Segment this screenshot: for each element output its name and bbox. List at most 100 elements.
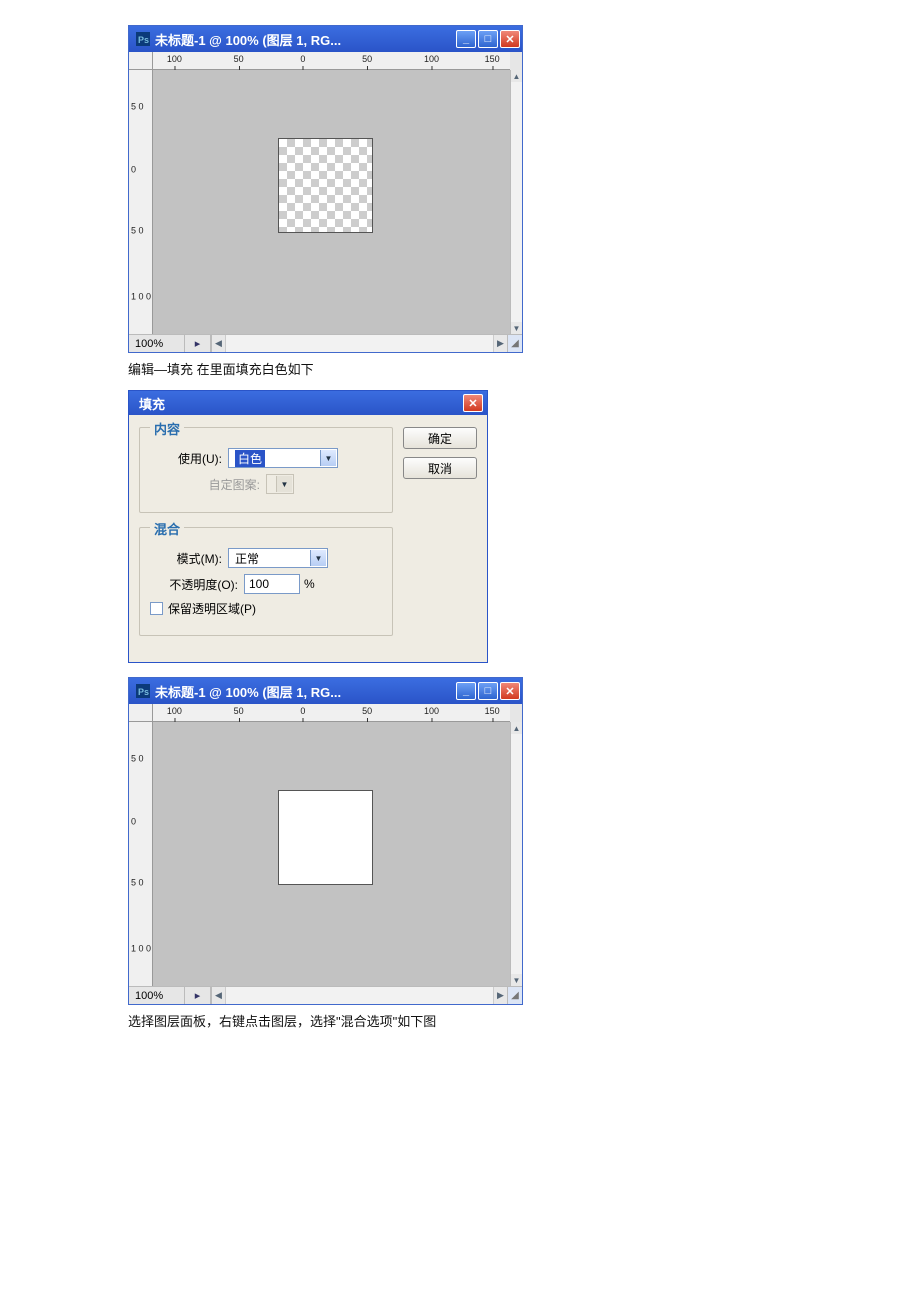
scroll-up-icon[interactable]: ▲ — [511, 70, 522, 82]
content-fieldset: 内容 使用(U): 白色 ▼ 自定图案: ▼ — [139, 427, 393, 513]
h-tick: 0 — [300, 706, 305, 716]
resize-grip-icon[interactable]: ◢ — [508, 335, 522, 352]
info-icon[interactable]: ▸ — [185, 335, 211, 352]
document-body: 100 50 0 50 100 150 5 0 0 5 0 1 0 0 ▲ ▼ — [129, 704, 522, 986]
chevron-down-icon: ▼ — [276, 476, 292, 492]
ps-app-icon: Ps — [135, 31, 151, 47]
dialog-close-button[interactable]: ✕ — [463, 394, 483, 412]
scroll-left-icon[interactable]: ◀ — [212, 987, 226, 1004]
ruler-corner — [129, 52, 153, 70]
scroll-right-icon[interactable]: ▶ — [493, 987, 507, 1004]
scroll-down-icon[interactable]: ▼ — [511, 322, 522, 334]
opacity-input[interactable]: 100 — [244, 574, 300, 594]
custom-pattern-label: 自定图案: — [150, 476, 260, 493]
ruler-corner — [129, 704, 153, 722]
caption-text: 编辑—填充 在里面填充白色如下 — [128, 359, 792, 378]
dialog-titlebar[interactable]: 填充 ✕ — [129, 391, 487, 415]
titlebar[interactable]: Ps 未标题-1 @ 100% (图层 1, RG... _ □ ✕ — [129, 26, 522, 52]
vertical-scrollbar[interactable]: ▲ ▼ — [510, 722, 522, 986]
canvas-area[interactable] — [153, 722, 510, 986]
scroll-up-icon[interactable]: ▲ — [511, 722, 522, 734]
canvas[interactable] — [278, 790, 373, 885]
document-body: 100 50 0 50 100 150 5 0 0 5 0 1 0 0 ▲ ▼ — [129, 52, 522, 334]
fill-dialog: 填充 ✕ 内容 使用(U): 白色 ▼ 自定图案: ▼ — [128, 390, 488, 663]
h-tick: 50 — [234, 54, 244, 64]
chevron-down-icon[interactable]: ▼ — [320, 450, 336, 466]
blend-fieldset: 混合 模式(M): 正常 ▼ 不透明度(O): 100 % 保留透明区域(P) — [139, 527, 393, 636]
svg-text:Ps: Ps — [138, 35, 149, 45]
v-tick: 1 0 0 — [131, 945, 151, 954]
transparent-checker — [279, 139, 372, 232]
white-fill — [279, 791, 372, 884]
h-tick: 100 — [167, 706, 182, 716]
mode-value: 正常 — [235, 550, 259, 567]
close-button[interactable]: ✕ — [500, 30, 520, 48]
h-tick: 150 — [485, 54, 500, 64]
horizontal-ruler: 100 50 0 50 100 150 — [153, 704, 510, 722]
vertical-ruler: 5 0 0 5 0 1 0 0 — [129, 70, 153, 334]
chevron-down-icon[interactable]: ▼ — [310, 550, 326, 566]
vertical-ruler: 5 0 0 5 0 1 0 0 — [129, 722, 153, 986]
h-tick: 50 — [362, 54, 372, 64]
use-value: 白色 — [235, 450, 265, 467]
scroll-track[interactable] — [511, 82, 522, 322]
dialog-title: 填充 — [139, 394, 165, 413]
canvas-area[interactable] — [153, 70, 510, 334]
use-select[interactable]: 白色 ▼ — [228, 448, 338, 468]
v-tick: 5 0 — [131, 879, 144, 888]
h-tick: 50 — [234, 706, 244, 716]
ps-app-icon: Ps — [135, 683, 151, 699]
h-tick: 50 — [362, 706, 372, 716]
cancel-button[interactable]: 取消 — [403, 457, 477, 479]
svg-text:Ps: Ps — [138, 687, 149, 697]
use-label: 使用(U): — [150, 450, 222, 467]
h-tick: 100 — [424, 706, 439, 716]
v-tick: 5 0 — [131, 754, 144, 763]
maximize-button[interactable]: □ — [478, 30, 498, 48]
h-tick: 100 — [424, 54, 439, 64]
horizontal-ruler: 100 50 0 50 100 150 — [153, 52, 510, 70]
resize-grip-icon[interactable]: ◢ — [508, 987, 522, 1004]
v-tick: 0 — [131, 818, 136, 827]
content-legend: 内容 — [150, 419, 184, 438]
minimize-button[interactable]: _ — [456, 682, 476, 700]
close-button[interactable]: ✕ — [500, 682, 520, 700]
status-bar: 100% ▸ ◀ ▶ ◢ — [129, 986, 522, 1004]
opacity-label: 不透明度(O): — [150, 576, 238, 593]
vertical-scrollbar[interactable]: ▲ ▼ — [510, 70, 522, 334]
blend-legend: 混合 — [150, 519, 184, 538]
info-icon[interactable]: ▸ — [185, 987, 211, 1004]
v-tick: 0 — [131, 166, 136, 175]
window-title: 未标题-1 @ 100% (图层 1, RG... — [155, 682, 454, 701]
preserve-transparency-checkbox[interactable] — [150, 602, 163, 615]
ps-document-window: Ps 未标题-1 @ 100% (图层 1, RG... _ □ ✕ 100 5… — [128, 677, 523, 1005]
scroll-track[interactable] — [511, 734, 522, 974]
status-bar: 100% ▸ ◀ ▶ ◢ — [129, 334, 522, 352]
h-tick: 100 — [167, 54, 182, 64]
h-tick: 0 — [300, 54, 305, 64]
horizontal-scrollbar[interactable]: ◀ ▶ — [211, 335, 508, 352]
canvas[interactable] — [278, 138, 373, 233]
horizontal-scrollbar[interactable]: ◀ ▶ — [211, 987, 508, 1004]
scroll-down-icon[interactable]: ▼ — [511, 974, 522, 986]
mode-select[interactable]: 正常 ▼ — [228, 548, 328, 568]
h-tick: 150 — [485, 706, 500, 716]
opacity-unit: % — [304, 577, 315, 591]
ok-button[interactable]: 确定 — [403, 427, 477, 449]
custom-pattern-select: ▼ — [266, 474, 294, 494]
v-tick: 1 0 0 — [131, 293, 151, 302]
zoom-level[interactable]: 100% — [129, 335, 185, 352]
titlebar[interactable]: Ps 未标题-1 @ 100% (图层 1, RG... _ □ ✕ — [129, 678, 522, 704]
ps-document-window: Ps 未标题-1 @ 100% (图层 1, RG... _ □ ✕ 100 5… — [128, 25, 523, 353]
v-tick: 5 0 — [131, 102, 144, 111]
zoom-level[interactable]: 100% — [129, 987, 185, 1004]
v-tick: 5 0 — [131, 227, 144, 236]
scroll-right-icon[interactable]: ▶ — [493, 335, 507, 352]
maximize-button[interactable]: □ — [478, 682, 498, 700]
window-title: 未标题-1 @ 100% (图层 1, RG... — [155, 30, 454, 49]
mode-label: 模式(M): — [150, 550, 222, 567]
caption-text: 选择图层面板，右键点击图层，选择"混合选项"如下图 — [128, 1011, 792, 1030]
minimize-button[interactable]: _ — [456, 30, 476, 48]
preserve-transparency-label: 保留透明区域(P) — [168, 600, 256, 617]
scroll-left-icon[interactable]: ◀ — [212, 335, 226, 352]
